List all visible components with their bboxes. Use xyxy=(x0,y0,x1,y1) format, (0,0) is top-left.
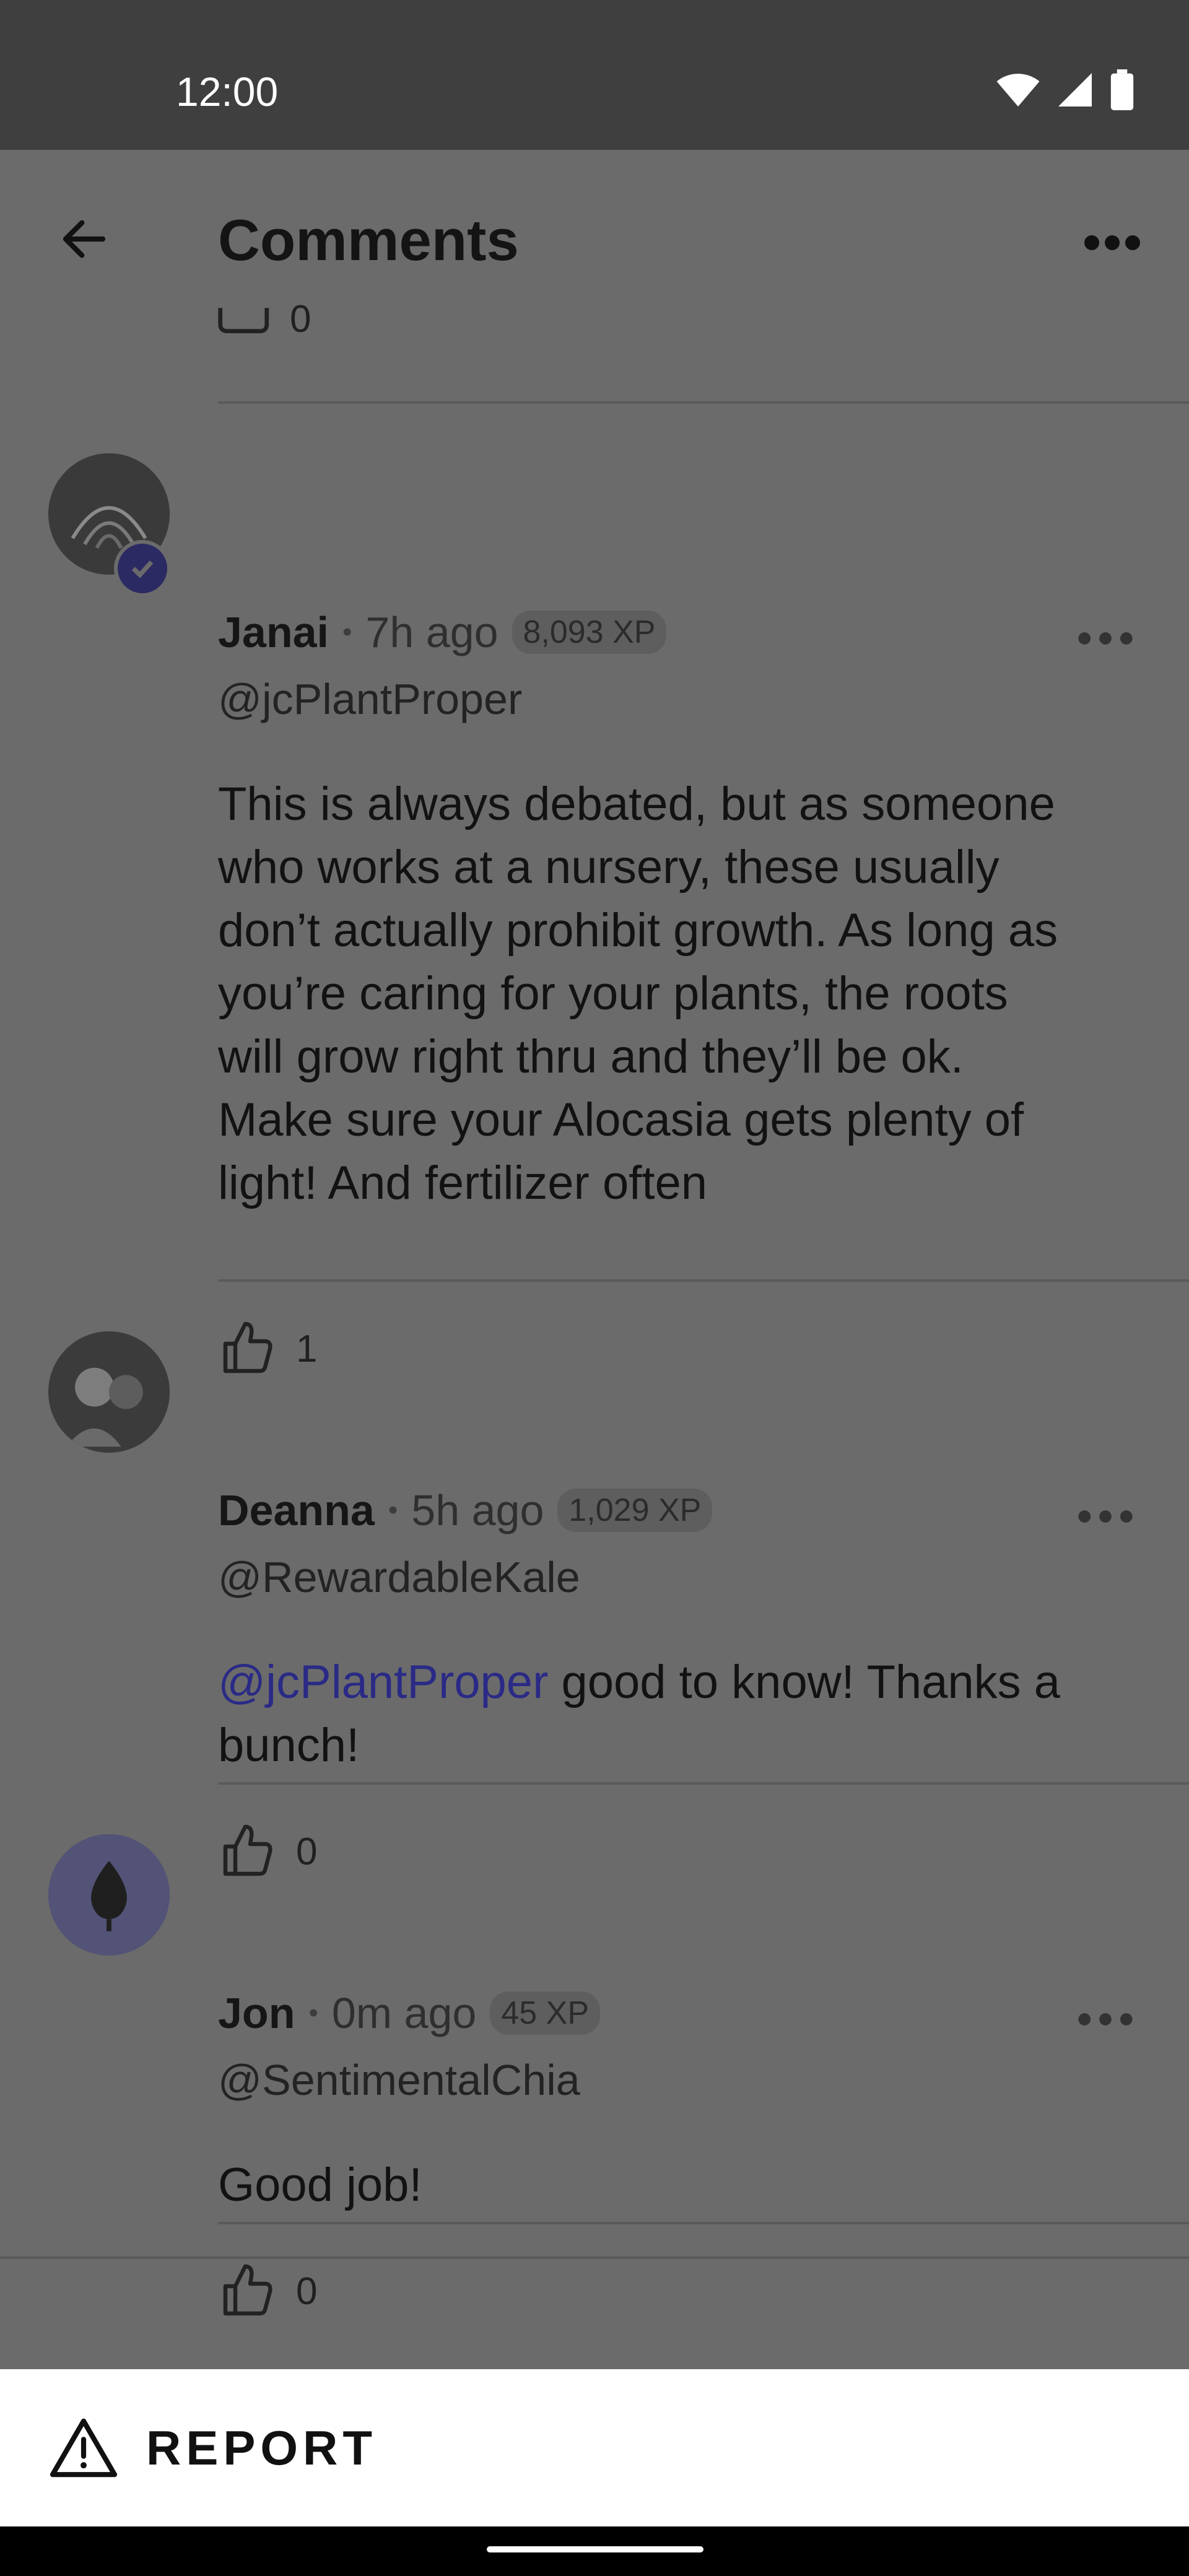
app-bar: Comments xyxy=(0,150,1189,317)
arrow-left-icon xyxy=(63,220,106,258)
divider xyxy=(218,1782,1189,1785)
people-photo-avatar xyxy=(48,1331,170,1453)
timestamp: 7h ago xyxy=(365,608,499,656)
more-horizontal-icon xyxy=(1078,632,1133,645)
author-handle[interactable]: @SentimentalChia xyxy=(218,2052,580,2108)
author-handle[interactable]: @jcPlantProper xyxy=(218,671,522,727)
system-nav-bar xyxy=(0,2526,1189,2576)
timestamp: 0m ago xyxy=(331,1989,477,2037)
warning-triangle-icon xyxy=(50,2418,118,2478)
like-button[interactable]: 1 xyxy=(218,1319,317,1378)
more-horizontal-icon xyxy=(1078,1510,1133,1523)
divider xyxy=(218,401,1189,404)
separator-dot: • xyxy=(342,617,352,647)
more-horizontal-icon xyxy=(1084,235,1140,250)
partial-like-row[interactable]: 0 xyxy=(218,297,311,341)
report-menu-item[interactable]: REPORT xyxy=(50,2417,377,2479)
thumbs-up-icon xyxy=(223,1824,272,1876)
comment-meta: Deanna • 5h ago 1,029 XP xyxy=(218,1482,713,1538)
comment-text: Good job! xyxy=(218,2159,422,2211)
composer-divider xyxy=(0,2256,1189,2259)
avatar[interactable] xyxy=(48,1834,170,1956)
comments-screen: Comments 0 Janai • 7h ago 8,093 XP @jcPl… xyxy=(0,150,1189,2369)
comment-meta: Janai • 7h ago 8,093 XP xyxy=(218,604,667,660)
more-horizontal-icon xyxy=(1078,2013,1133,2026)
leaf-icon xyxy=(48,1834,170,1956)
status-icons xyxy=(996,69,1135,110)
like-count: 1 xyxy=(296,1327,318,1370)
comment-text: @jcPlantProper good to know! Thanks a bu… xyxy=(218,1651,1085,1777)
comment-more-button[interactable] xyxy=(1071,1489,1139,1544)
partial-like-count: 0 xyxy=(290,298,311,341)
separator-dot: • xyxy=(388,1495,398,1525)
timestamp: 5h ago xyxy=(411,1486,544,1534)
status-time: 12:00 xyxy=(176,69,279,115)
thumbs-up-icon xyxy=(223,2264,272,2316)
bottom-sheet: REPORT xyxy=(0,2369,1189,2526)
like-count: 0 xyxy=(296,2269,318,2313)
comment-meta: Jon • 0m ago 45 XP xyxy=(218,1985,600,2041)
xp-badge: 45 XP xyxy=(490,1991,600,2035)
author-handle[interactable]: @RewardableKale xyxy=(218,1549,580,1605)
comment-more-button[interactable] xyxy=(1071,611,1139,666)
report-label: REPORT xyxy=(146,2420,378,2475)
mention-link[interactable]: @jcPlantProper xyxy=(218,1656,548,1708)
comment-more-button[interactable] xyxy=(1071,1991,1139,2047)
verified-badge-icon xyxy=(114,540,171,597)
divider xyxy=(218,2222,1189,2224)
like-count: 0 xyxy=(296,1830,318,1873)
status-bar: 12:00 xyxy=(0,0,1189,150)
like-button[interactable]: 0 xyxy=(218,1822,317,1881)
author-name[interactable]: Janai xyxy=(218,604,329,660)
wifi-icon xyxy=(996,74,1040,107)
thumbs-up-icon xyxy=(223,1321,272,1373)
thumbs-up-icon xyxy=(218,307,269,333)
more-options-button[interactable] xyxy=(1075,206,1149,280)
separator-dot: • xyxy=(308,1998,318,2028)
comment-text: This is always debated, but as someone w… xyxy=(218,778,1058,1209)
xp-badge: 8,093 XP xyxy=(512,611,667,654)
back-button[interactable] xyxy=(47,202,121,276)
home-gesture-handle[interactable] xyxy=(487,2546,703,2552)
battery-icon xyxy=(1110,69,1134,110)
avatar[interactable] xyxy=(48,1331,170,1453)
page-title: Comments xyxy=(218,207,519,272)
author-name[interactable]: Deanna xyxy=(218,1482,375,1538)
like-button[interactable]: 0 xyxy=(218,2261,317,2321)
xp-badge: 1,029 XP xyxy=(557,1489,713,1532)
signal-icon xyxy=(1058,73,1092,107)
author-name[interactable]: Jon xyxy=(218,1985,295,2041)
divider xyxy=(218,1279,1189,1282)
